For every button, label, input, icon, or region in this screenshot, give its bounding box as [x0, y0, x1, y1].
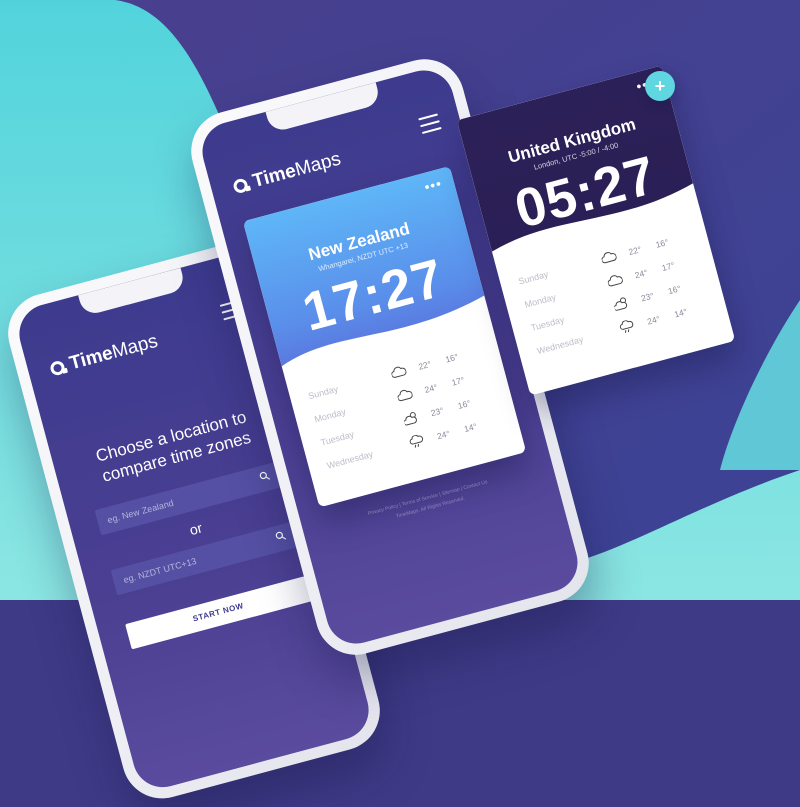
forecast-day: Tuesday: [319, 429, 356, 448]
forecast-low: 17°: [450, 374, 466, 388]
cloud-icon: [391, 366, 407, 378]
forecast-day: Monday: [523, 291, 558, 310]
forecast-day: Sunday: [517, 269, 550, 287]
forecast-day: Sunday: [307, 383, 340, 402]
logo-icon: [48, 359, 67, 377]
cloud-icon: [397, 389, 413, 402]
search-icon[interactable]: [274, 530, 287, 542]
sun-cloud-icon: [403, 412, 417, 426]
forecast-day: Tuesday: [529, 314, 566, 333]
rain-cloud-icon: [619, 320, 634, 333]
forecast-low: 14°: [673, 306, 689, 320]
forecast-day: Monday: [313, 406, 347, 425]
forecast-high: 22°: [627, 244, 643, 258]
forecast-high: 24°: [633, 267, 649, 281]
brand-name: TimeMaps: [250, 148, 344, 193]
location-placeholder: eg. New Zealand: [106, 497, 175, 526]
forecast-low: 16°: [654, 236, 670, 250]
rain-cloud-icon: [409, 434, 424, 448]
logo-icon: [232, 177, 250, 195]
cloud-icon: [607, 275, 623, 287]
more-dots-icon[interactable]: •••: [422, 175, 443, 195]
forecast-high: 23°: [639, 290, 655, 304]
forecast-low: 16°: [666, 283, 682, 297]
search-icon[interactable]: [258, 470, 271, 482]
brand-name: TimeMaps: [67, 330, 161, 375]
forecast-low: 16°: [444, 351, 460, 365]
cloud-icon: [601, 252, 617, 264]
nz-card-header: ••• New Zealand Whangarei, NZDT UTC +13 …: [242, 166, 492, 378]
forecast-high: 24°: [435, 428, 451, 442]
hamburger-menu-icon[interactable]: [418, 113, 442, 135]
brand-logo[interactable]: TimeMaps: [48, 331, 160, 381]
start-now-button[interactable]: START NOW: [125, 576, 312, 650]
add-location-button[interactable]: +: [645, 71, 675, 101]
forecast-low: 16°: [456, 397, 472, 411]
forecast-high: 24°: [646, 313, 662, 327]
forecast-high: 22°: [417, 358, 433, 372]
timezone-placeholder: eg. NZDT UTC+13: [122, 555, 198, 586]
plus-icon: +: [654, 76, 666, 96]
forecast-high: 24°: [423, 381, 439, 395]
forecast-low: 17°: [660, 260, 676, 274]
forecast-low: 14°: [462, 421, 478, 435]
sun-cloud-icon: [613, 297, 628, 311]
forecast-high: 23°: [429, 405, 445, 419]
brand-logo[interactable]: TimeMaps: [231, 148, 343, 198]
